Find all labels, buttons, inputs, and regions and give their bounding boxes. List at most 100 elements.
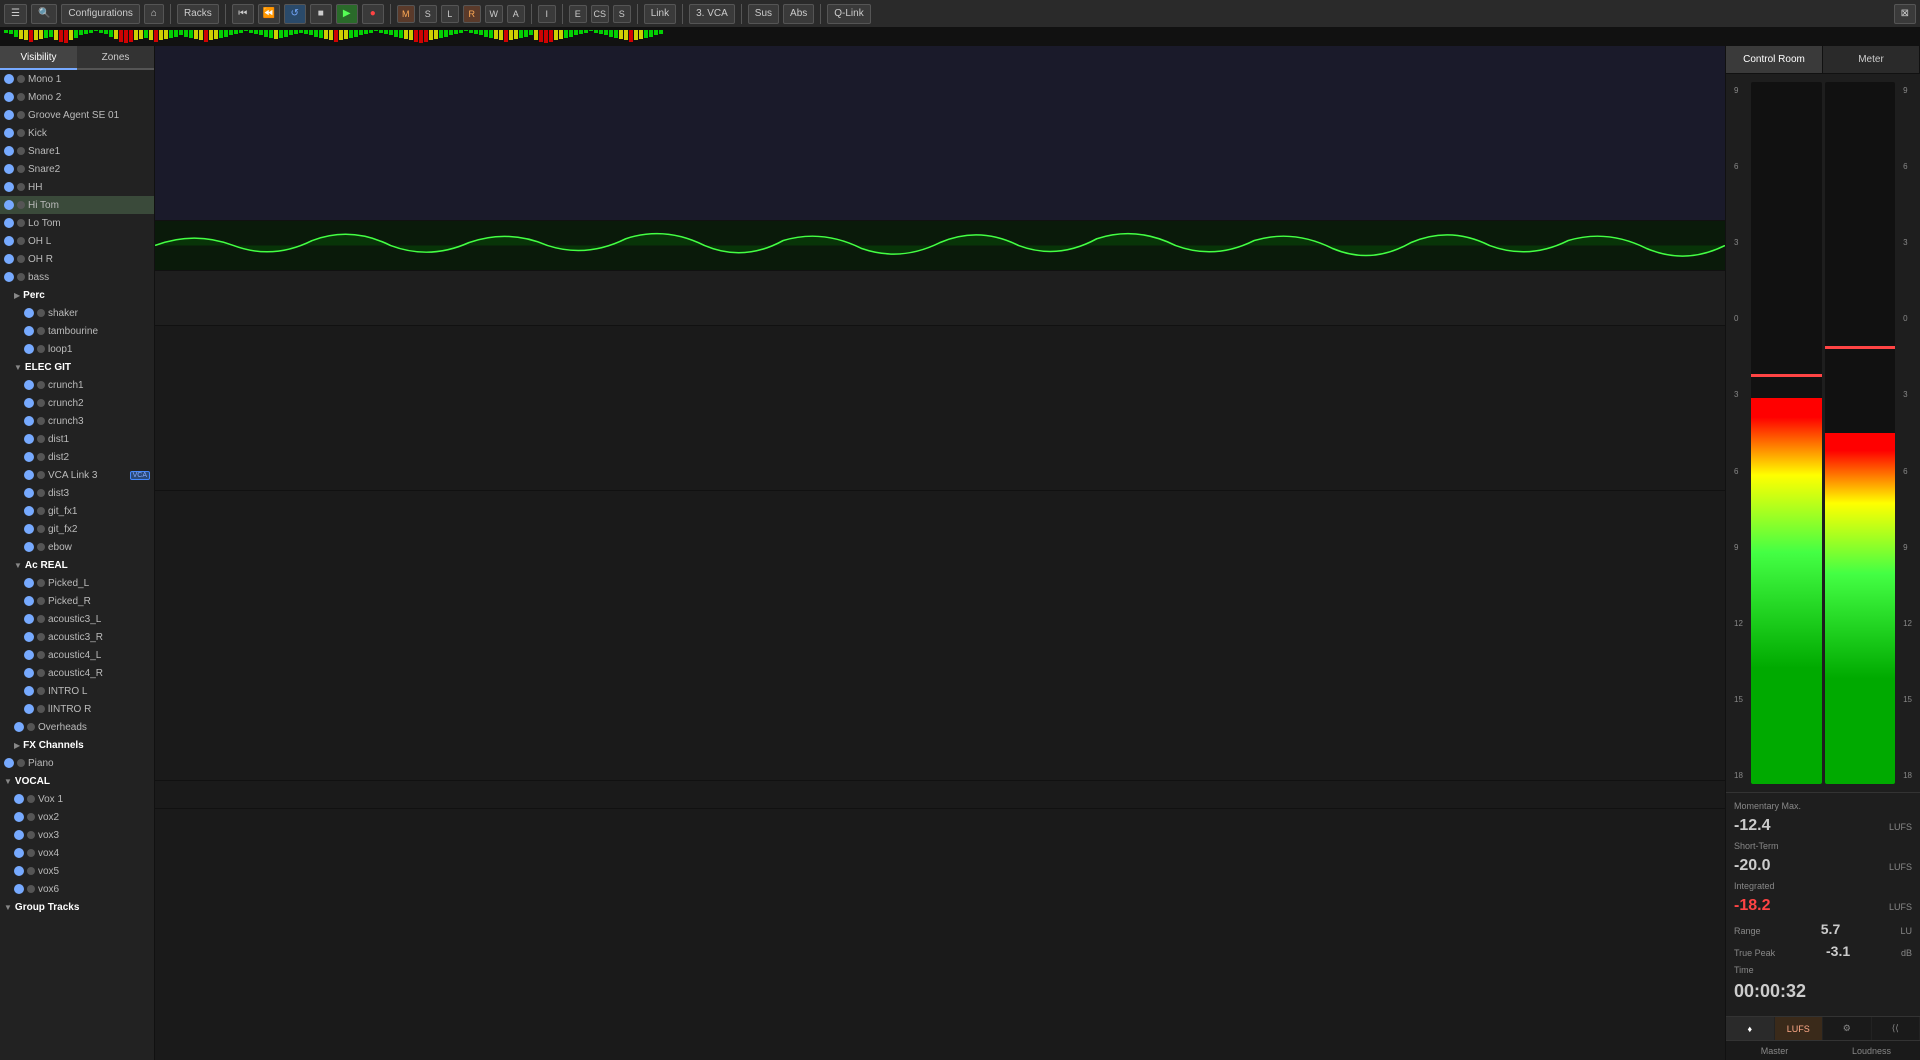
visibility-toggle-3[interactable] <box>4 128 14 138</box>
mode-s-btn[interactable]: S <box>419 5 437 23</box>
visibility-toggle-4[interactable] <box>4 146 14 156</box>
sidebar-item-group-tracks[interactable]: ▼Group Tracks <box>0 898 154 916</box>
visibility-toggle-13[interactable] <box>24 308 34 318</box>
visibility-toggle-14[interactable] <box>24 326 34 336</box>
sidebar-item-vox2[interactable]: vox2 <box>0 808 154 826</box>
sidebar-item-snare1[interactable]: Snare1 <box>0 142 154 160</box>
sidebar-item-overheads[interactable]: Overheads <box>0 718 154 736</box>
visibility-toggle-0[interactable] <box>4 74 14 84</box>
cycle-btn[interactable]: ↺ <box>284 4 306 24</box>
sidebar-item-vox3[interactable]: vox3 <box>0 826 154 844</box>
sidebar-item-mono-2[interactable]: Mono 2 <box>0 88 154 106</box>
sidebar-item-picked_r[interactable]: Picked_R <box>0 592 154 610</box>
visibility-toggle-1[interactable] <box>4 92 14 102</box>
mode-r-btn[interactable]: R <box>463 5 481 23</box>
ins-btn[interactable]: I <box>538 5 556 23</box>
visibility-toggle-8[interactable] <box>4 218 14 228</box>
abs-btn[interactable]: Abs <box>783 4 814 24</box>
sidebar-item-bass[interactable]: bass <box>0 268 154 286</box>
visibility-toggle-24[interactable] <box>24 506 34 516</box>
visibility-toggle-38[interactable] <box>4 758 14 768</box>
sidebar-item-crunch2[interactable]: crunch2 <box>0 394 154 412</box>
mode-w-btn[interactable]: W <box>485 5 503 23</box>
sidebar-item-kick[interactable]: Kick <box>0 124 154 142</box>
cr-tab-control-room[interactable]: Control Room <box>1726 46 1823 73</box>
sidebar-item-ac-real[interactable]: ▼Ac REAL <box>0 556 154 574</box>
visibility-toggle-11[interactable] <box>4 272 14 282</box>
search-btn[interactable]: 🔍 <box>31 4 57 24</box>
sidebar-item-lo-tom[interactable]: Lo Tom <box>0 214 154 232</box>
visibility-toggle-9[interactable] <box>4 236 14 246</box>
visibility-toggle-22[interactable] <box>24 470 34 480</box>
visibility-toggle-43[interactable] <box>14 848 24 858</box>
configs-btn[interactable]: Configurations <box>61 4 139 24</box>
visibility-toggle-21[interactable] <box>24 452 34 462</box>
eq-btn[interactable]: E <box>569 5 587 23</box>
sidebar-item-vox6[interactable]: vox6 <box>0 880 154 898</box>
sidebar-item-piano[interactable]: Piano <box>0 754 154 772</box>
visibility-toggle-26[interactable] <box>24 542 34 552</box>
visibility-toggle-20[interactable] <box>24 434 34 444</box>
window-close-btn[interactable]: ⊠ <box>1894 4 1916 24</box>
home-btn[interactable]: ⌂ <box>144 4 164 24</box>
sus-btn[interactable]: Sus <box>748 4 779 24</box>
visibility-toggle-36[interactable] <box>14 722 24 732</box>
sidebar-item-intro-l[interactable]: INTRO L <box>0 682 154 700</box>
visibility-toggle-30[interactable] <box>24 614 34 624</box>
visibility-toggle-6[interactable] <box>4 182 14 192</box>
sidebar-item-hh[interactable]: HH <box>0 178 154 196</box>
visibility-toggle-40[interactable] <box>14 794 24 804</box>
sidebar-item-vox5[interactable]: vox5 <box>0 862 154 880</box>
visibility-toggle-7[interactable] <box>4 200 14 210</box>
visibility-toggle-41[interactable] <box>14 812 24 822</box>
sidebar-item-dist1[interactable]: dist1 <box>0 430 154 448</box>
sidebar-item-git_fx2[interactable]: git_fx2 <box>0 520 154 538</box>
sidebar-item-vox-1[interactable]: Vox 1 <box>0 790 154 808</box>
sidebar-item-git_fx1[interactable]: git_fx1 <box>0 502 154 520</box>
qlink-btn[interactable]: Q-Link <box>827 4 870 24</box>
sidebar-item-lintro-r[interactable]: lINTRO R <box>0 700 154 718</box>
sidebar-item-oh-r[interactable]: OH R <box>0 250 154 268</box>
sidebar-item-acoustic4_r[interactable]: acoustic4_R <box>0 664 154 682</box>
sidebar-item-vca-link-3[interactable]: VCA Link 3VCA <box>0 466 154 484</box>
sidebar-item-hi-tom[interactable]: Hi Tom <box>0 196 154 214</box>
visibility-toggle-31[interactable] <box>24 632 34 642</box>
record-btn[interactable]: ● <box>362 4 384 24</box>
visibility-toggle-32[interactable] <box>24 650 34 660</box>
sidebar-item-acoustic3_l[interactable]: acoustic3_L <box>0 610 154 628</box>
sidebar-item-vox4[interactable]: vox4 <box>0 844 154 862</box>
sidebar-item-elec-git[interactable]: ▼ELEC GIT <box>0 358 154 376</box>
sidebar-item-dist2[interactable]: dist2 <box>0 448 154 466</box>
sidebar-item-crunch3[interactable]: crunch3 <box>0 412 154 430</box>
visibility-toggle-28[interactable] <box>24 578 34 588</box>
visibility-toggle-19[interactable] <box>24 416 34 426</box>
visibility-toggle-34[interactable] <box>24 686 34 696</box>
racks-btn[interactable]: Racks <box>177 4 219 24</box>
sidebar-item-vocal[interactable]: ▼VOCAL <box>0 772 154 790</box>
visibility-toggle-10[interactable] <box>4 254 14 264</box>
cr-bottom-tab-lufs[interactable]: LUFS <box>1775 1017 1824 1040</box>
cr-tab-meter[interactable]: Meter <box>1823 46 1920 73</box>
cr-bottom-tab-reset[interactable]: ⟨⟨ <box>1872 1017 1920 1040</box>
cs-btn[interactable]: CS <box>591 5 609 23</box>
link-btn[interactable]: Link <box>644 4 676 24</box>
visibility-toggle-18[interactable] <box>24 398 34 408</box>
visibility-tab[interactable]: Visibility <box>0 46 77 70</box>
sidebar-item-dist3[interactable]: dist3 <box>0 484 154 502</box>
vca-btn[interactable]: 3. VCA <box>689 4 735 24</box>
visibility-toggle-35[interactable] <box>24 704 34 714</box>
visibility-toggle-15[interactable] <box>24 344 34 354</box>
sidebar-item-snare2[interactable]: Snare2 <box>0 160 154 178</box>
stop-btn[interactable]: ■ <box>310 4 332 24</box>
sidebar-item-shaker[interactable]: shaker <box>0 304 154 322</box>
cr-bottom-tab-gear[interactable]: ⚙ <box>1823 1017 1872 1040</box>
sidebar-item-acoustic3_r[interactable]: acoustic3_R <box>0 628 154 646</box>
sidebar-item-ebow[interactable]: ebow <box>0 538 154 556</box>
sidebar-item-crunch1[interactable]: crunch1 <box>0 376 154 394</box>
icon-btn[interactable]: ☰ <box>4 4 27 24</box>
visibility-toggle-44[interactable] <box>14 866 24 876</box>
visibility-toggle-25[interactable] <box>24 524 34 534</box>
sidebar-item-acoustic4_l[interactable]: acoustic4_L <box>0 646 154 664</box>
sidebar-item-tambourine[interactable]: tambourine <box>0 322 154 340</box>
sidebar-item-picked_l[interactable]: Picked_L <box>0 574 154 592</box>
